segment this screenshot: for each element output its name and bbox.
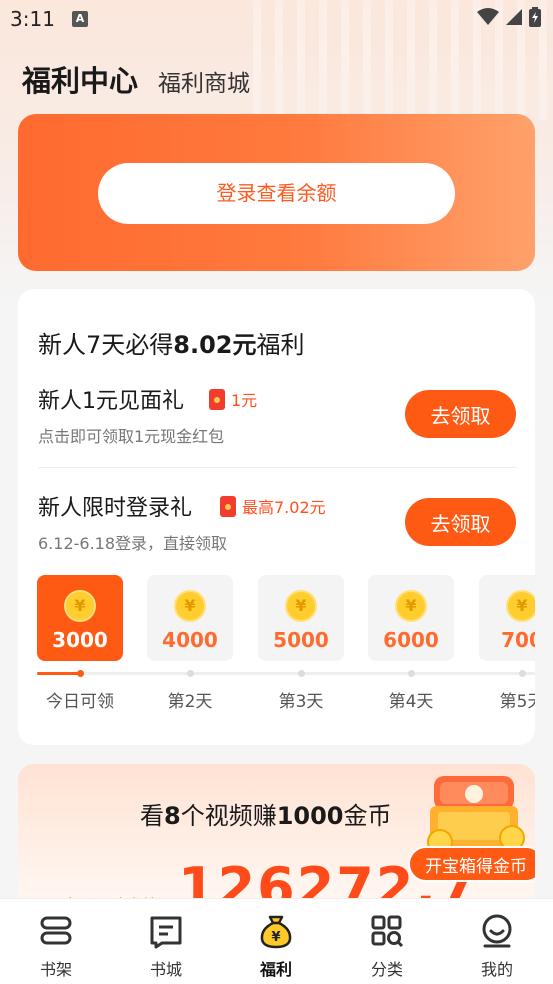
nav-welfare[interactable]: ¥ 福利 <box>221 899 331 984</box>
gift-subtitle: 点击即可领取1元现金红包 <box>38 427 225 446</box>
progress-dot <box>298 670 305 677</box>
video-title-count: 8 <box>164 802 181 830</box>
day-reward-2[interactable]: ¥ 4000 第2天 <box>147 575 233 715</box>
status-bar: 3:11 A <box>0 0 553 38</box>
status-icons <box>477 7 541 31</box>
gift-title: 新人1元见面礼 <box>38 389 184 414</box>
claim-gift-button[interactable]: 去领取 <box>405 390 516 438</box>
treasure-chest-icon <box>427 776 525 855</box>
nav-label: 福利 <box>259 960 292 979</box>
login-gift-badge: 最高7.02元 <box>220 494 326 518</box>
svg-text:¥: ¥ <box>271 930 280 945</box>
nav-label: 书架 <box>39 960 72 979</box>
nav-category[interactable]: 分类 <box>332 899 442 984</box>
signal-icon <box>505 8 523 30</box>
profile-icon <box>482 914 512 948</box>
notification-icon: A <box>72 11 88 27</box>
page-header: 福利中心 福利商城 <box>22 58 250 100</box>
newcomer-title-amount: 8.02元 <box>173 331 257 359</box>
red-packet-icon <box>209 388 225 410</box>
day-label: 第4天 <box>388 692 434 712</box>
login-gift-badge-text: 最高7.02元 <box>242 498 326 517</box>
page-title[interactable]: 福利中心 <box>22 58 138 100</box>
newcomer-title-prefix: 新人7天必得 <box>38 331 174 359</box>
day-reward-5[interactable]: ¥ 700 第5天 <box>479 575 535 715</box>
progress-dot <box>77 670 84 677</box>
day-amount: 3000 <box>52 628 108 652</box>
video-title-coins: 1000 <box>276 802 344 830</box>
login-gift-subtitle: 6.12-6.18登录，直接领取 <box>38 534 228 553</box>
day-label: 第5天 <box>499 692 535 712</box>
nav-profile[interactable]: 我的 <box>442 899 552 984</box>
open-chest-button[interactable]: 开宝箱得金币 <box>408 846 535 882</box>
day-label: 第3天 <box>278 692 324 712</box>
coin-icon: ¥ <box>395 590 427 622</box>
newcomer-title-suffix: 福利 <box>256 331 305 359</box>
money-bag-icon: ¥ <box>260 915 292 949</box>
nav-label: 书城 <box>149 960 182 979</box>
day-reward-4[interactable]: ¥ 6000 第4天 <box>368 575 454 715</box>
status-time: 3:11 <box>10 7 55 31</box>
red-packet-icon <box>220 495 236 517</box>
coin-icon: ¥ <box>174 590 206 622</box>
coin-icon: ¥ <box>506 590 535 622</box>
divider <box>38 467 516 468</box>
gift-badge: 1元 <box>209 387 257 411</box>
nav-label: 分类 <box>370 960 403 979</box>
battery-icon <box>529 7 541 31</box>
progress-dot <box>187 670 194 677</box>
nav-bookshelf[interactable]: 书架 <box>1 899 111 984</box>
nav-bookstore[interactable]: 书城 <box>111 899 221 984</box>
login-view-balance-button[interactable]: 登录查看余额 <box>98 163 455 224</box>
day-label: 今日可领 <box>46 692 114 712</box>
daily-rewards-strip[interactable]: ¥ 3000 今日可领 ¥ 4000 第2天 ¥ 5000 第3天 ¥ 6000… <box>37 575 535 715</box>
progress-dot <box>408 670 415 677</box>
coin-icon: ¥ <box>285 590 317 622</box>
video-title-mid: 个视频赚 <box>180 802 277 830</box>
nav-label: 我的 <box>480 960 513 979</box>
day-amount: 700 <box>501 628 535 652</box>
tab-mall[interactable]: 福利商城 <box>158 64 250 98</box>
bookshelf-icon <box>40 916 72 945</box>
day-label: 第2天 <box>167 692 213 712</box>
newcomer-title: 新人7天必得8.02元福利 <box>38 325 305 360</box>
video-title: 看8个视频赚1000金币 <box>140 796 392 831</box>
newcomer-card: 新人7天必得8.02元福利 新人1元见面礼 1元 点击即可领取1元现金红包 去领… <box>18 289 535 745</box>
day-amount: 4000 <box>162 628 218 652</box>
day-reward-3[interactable]: ¥ 5000 第3天 <box>258 575 344 715</box>
video-title-prefix: 看 <box>140 802 164 830</box>
video-title-suffix: 金币 <box>343 802 392 830</box>
day-amount: 6000 <box>383 628 439 652</box>
login-gift-title: 新人限时登录礼 <box>38 496 193 521</box>
coin-icon: ¥ <box>64 590 96 622</box>
progress-dot <box>519 670 526 677</box>
gift-badge-text: 1元 <box>231 391 258 410</box>
balance-card: 登录查看余额 <box>18 114 535 271</box>
claim-login-gift-button[interactable]: 去领取 <box>405 498 516 546</box>
category-icon <box>371 915 404 948</box>
day-amount: 5000 <box>273 628 329 652</box>
book-icon <box>150 916 182 949</box>
day-reward-1[interactable]: ¥ 3000 今日可领 <box>37 575 123 715</box>
wifi-icon <box>477 8 499 30</box>
bottom-nav: 书架 书城 ¥ 福利 分类 我的 <box>0 898 553 984</box>
